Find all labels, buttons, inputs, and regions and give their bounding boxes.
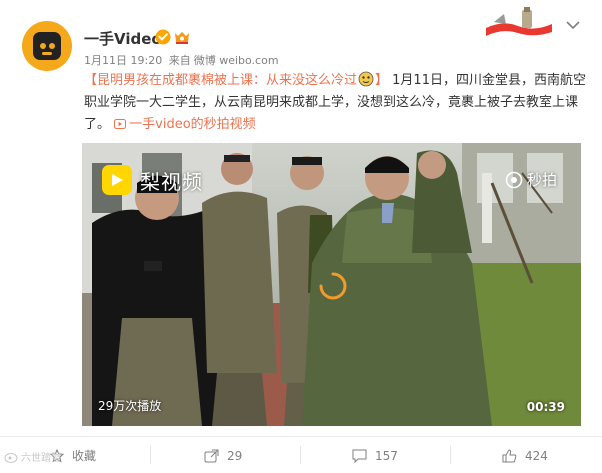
pear-logo-icon — [102, 165, 132, 195]
video-link[interactable]: 一手video的秒拍视频 — [114, 117, 256, 132]
smiley-icon — [358, 71, 374, 87]
like-icon — [502, 448, 517, 462]
festival-badge-icon — [486, 7, 552, 36]
like-count: 424 — [525, 448, 548, 463]
post-meta: 1月11日 19:20 来自 微博 weibo.com — [84, 52, 282, 68]
verified-icon — [155, 29, 171, 45]
comment-button[interactable]: 157 — [352, 437, 398, 473]
forward-button[interactable]: 29 — [204, 437, 242, 473]
play-count: 29万次播放 — [98, 399, 162, 413]
video-duration: 00:39 — [526, 400, 565, 414]
watermark-text: 六世踏雪 — [21, 453, 61, 464]
post-content: 【昆明男孩在成都裹棉被上课：从来没这么冷过 】 1月11日，四川金堂县，西南航空… — [84, 70, 586, 136]
comment-icon — [352, 449, 367, 463]
like-button[interactable]: 424 — [502, 437, 548, 473]
source-prefix: 来自 — [168, 54, 191, 67]
post-time[interactable]: 1月11日 19:20 — [84, 54, 162, 67]
video-link-label[interactable]: 一手video的秒拍视频 — [129, 117, 256, 132]
forward-count: 29 — [227, 448, 243, 463]
miaopai-logo: 秒拍 — [505, 169, 557, 190]
comment-count: 157 — [375, 448, 398, 463]
vip-icon[interactable] — [174, 31, 190, 44]
action-bar: 收藏 29 157 424 — [0, 436, 602, 473]
avatar[interactable] — [22, 21, 72, 71]
video-player[interactable]: 梨视频 秒拍 29万次播放 00:39 — [82, 143, 581, 426]
divider — [300, 446, 301, 464]
watermark: 六世踏雪 — [4, 449, 61, 464]
weibo-post-card: 一手Video 1月11日 19:20 来自 微博 weibo.com 【昆明男孩… — [0, 0, 602, 473]
play-link-icon — [114, 119, 127, 129]
pear-video-brand: 梨视频 — [140, 169, 203, 194]
username[interactable]: 一手Video — [84, 28, 162, 49]
watermark-icon — [4, 452, 18, 463]
caret-down-icon[interactable] — [566, 20, 580, 30]
pear-video-logo: 梨视频 — [102, 165, 203, 195]
divider — [450, 446, 451, 464]
miaopai-icon — [505, 171, 523, 188]
post-source[interactable]: 微博 weibo.com — [194, 54, 279, 67]
topic-link[interactable]: 【昆明男孩在成都裹棉被上课：从来没这么冷过 — [84, 73, 357, 88]
topic-end[interactable]: 】 — [375, 73, 388, 88]
forward-icon — [204, 449, 219, 462]
divider — [150, 446, 151, 464]
miaopai-brand: 秒拍 — [526, 171, 557, 189]
spinner-icon — [319, 272, 347, 300]
favorite-label: 收藏 — [72, 449, 97, 463]
